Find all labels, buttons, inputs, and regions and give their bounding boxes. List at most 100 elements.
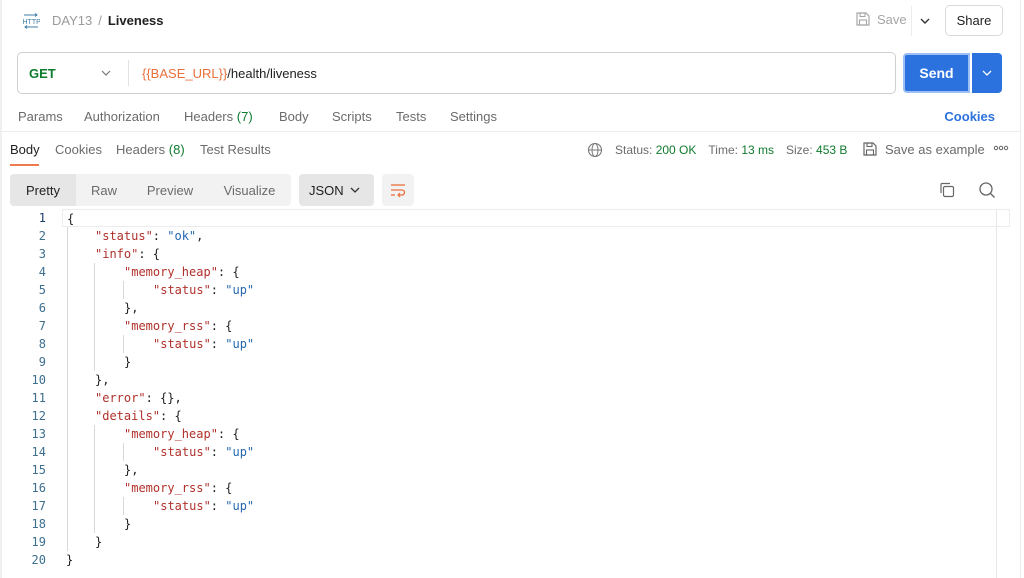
size-readout[interactable]: Size: 453 B <box>786 143 847 157</box>
json-punctuation: : <box>210 499 226 513</box>
code-area: "memory_rss": { <box>62 479 1010 497</box>
line-number: 13 <box>31 427 46 441</box>
code-text: }, <box>124 299 138 317</box>
line-number: 17 <box>31 499 46 513</box>
save-button[interactable]: Save <box>855 11 907 27</box>
chevron-down-icon[interactable] <box>916 12 934 30</box>
chevron-down-icon <box>982 70 992 76</box>
save-as-example-button[interactable]: Save as example <box>862 141 985 157</box>
code-area: "status": "up" <box>62 335 1010 353</box>
code-text: } <box>95 533 102 551</box>
wrap-lines-icon <box>391 184 406 198</box>
tab-tests[interactable]: Tests <box>396 109 426 124</box>
code-text: "details": { <box>95 407 182 425</box>
json-punctuation: : { <box>210 319 233 333</box>
json-punctuation: : <box>210 337 226 351</box>
format-select[interactable]: JSON <box>299 174 374 206</box>
code-line: 11 "error": {}, <box>0 389 1010 407</box>
code-area: "status": "up" <box>62 443 1010 461</box>
code-line: 3 "info": { <box>0 245 1010 263</box>
json-key: "memory_heap" <box>124 265 218 279</box>
indent-guide <box>123 281 124 299</box>
line-number: 8 <box>38 337 46 351</box>
json-punctuation: }, <box>95 373 110 387</box>
search-icon[interactable] <box>978 181 996 199</box>
view-mode-visualize[interactable]: Visualize <box>208 174 291 206</box>
url-bar: GET {{BASE_URL}}/health/liveness <box>17 52 896 94</box>
code-line: 6}, <box>0 299 1010 317</box>
json-punctuation: } <box>95 535 103 549</box>
copy-icon[interactable] <box>938 181 956 199</box>
code-text: "info": { <box>95 245 160 263</box>
tab-params[interactable]: Params <box>18 109 63 124</box>
code-line: 7 "memory_rss": { <box>0 317 1010 335</box>
code-area: "info": { <box>62 245 1010 263</box>
time-readout[interactable]: Time: 13 ms <box>708 143 774 157</box>
tab-headers[interactable]: Headers (7) <box>184 109 253 124</box>
send-button[interactable]: Send <box>903 53 970 93</box>
code-line: 5 "status": "up" <box>0 281 1010 299</box>
view-mode-raw[interactable]: Raw <box>76 174 132 206</box>
line-number: 3 <box>38 247 46 261</box>
code-text: } <box>66 551 73 569</box>
more-options-icon[interactable] <box>993 143 1009 153</box>
json-key: "status" <box>153 499 211 513</box>
line-number: 18 <box>31 517 46 531</box>
code-line: 16 "memory_rss": { <box>0 479 1010 497</box>
code-text: "memory_rss": { <box>124 479 232 497</box>
response-meta: Status: 200 OK Time: 13 ms Size: 453 B <box>587 142 859 158</box>
json-punctuation: : { <box>160 409 182 423</box>
tab-authorization[interactable]: Authorization <box>84 109 160 124</box>
response-tab-headers[interactable]: Headers (8) <box>116 142 185 157</box>
line-number: 15 <box>31 463 46 477</box>
line-number: 4 <box>38 265 46 279</box>
code-text: "memory_heap": { <box>124 425 240 443</box>
code-area: } <box>62 551 1010 569</box>
json-string: "up" <box>225 283 255 297</box>
code-line: 19} <box>0 533 1010 551</box>
active-tab-indicator <box>10 164 39 166</box>
indent-guide <box>94 263 95 371</box>
method-select[interactable]: GET <box>18 53 128 93</box>
response-tab-body[interactable]: Body <box>10 142 40 157</box>
json-key: "details" <box>95 409 161 423</box>
code-line: 10}, <box>0 371 1010 389</box>
tab-body[interactable]: Body <box>279 109 309 124</box>
tab-scripts[interactable]: Scripts <box>332 109 372 124</box>
json-key: "memory_rss" <box>124 481 211 495</box>
indent-guide <box>123 443 124 461</box>
code-area: "memory_heap": { <box>62 425 1010 443</box>
json-punctuation: : {}, <box>145 391 182 405</box>
json-key: "memory_rss" <box>124 319 211 333</box>
response-tab-cookies[interactable]: Cookies <box>55 142 102 157</box>
status-value: 200 OK <box>655 143 697 157</box>
tab-label: Body <box>10 142 40 157</box>
cookies-link[interactable]: Cookies <box>944 109 995 124</box>
breadcrumb-collection[interactable]: DAY13 <box>52 13 92 28</box>
line-number: 11 <box>31 391 46 405</box>
globe-icon[interactable] <box>587 142 603 158</box>
response-tab-test-results[interactable]: Test Results <box>200 142 271 157</box>
request-name[interactable]: Liveness <box>108 13 164 28</box>
code-area: "memory_rss": { <box>62 317 1010 335</box>
time-label: Time: <box>708 143 738 157</box>
view-mode-pretty[interactable]: Pretty <box>10 174 76 206</box>
response-tabs: Body Cookies Headers (8) Test Results St… <box>0 134 1020 166</box>
code-line: 18} <box>0 515 1010 533</box>
view-mode-preview[interactable]: Preview <box>132 174 208 206</box>
share-button[interactable]: Share <box>945 5 1003 36</box>
json-key: "error" <box>95 391 146 405</box>
code-text: "status": "ok", <box>95 227 203 245</box>
response-body-editor[interactable]: 1{2 "status": "ok", 3 "info": {4 "memory_hea… <box>0 209 1010 578</box>
wrap-lines-button[interactable] <box>382 174 414 206</box>
send-options-button[interactable] <box>972 53 1002 93</box>
code-area: }, <box>62 371 1010 389</box>
request-header: HTTP DAY13 / Liveness Save Share <box>0 0 1024 42</box>
url-input[interactable]: {{BASE_URL}}/health/liveness <box>129 53 895 93</box>
status-readout[interactable]: Status: 200 OK <box>615 143 696 157</box>
code-line: 20} <box>0 551 1010 569</box>
chevron-down-icon <box>101 70 111 76</box>
json-punctuation: } <box>124 355 132 369</box>
line-number: 1 <box>38 211 46 225</box>
tab-settings[interactable]: Settings <box>450 109 497 124</box>
